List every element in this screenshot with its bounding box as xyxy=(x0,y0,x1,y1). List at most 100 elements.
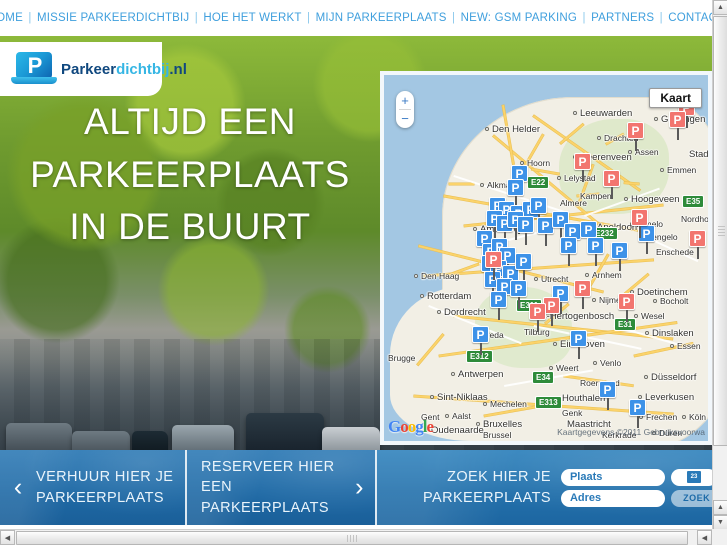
parking-marker-blue[interactable]: P xyxy=(515,253,532,282)
map-city-dot xyxy=(451,372,455,376)
parking-marker-blue[interactable]: P xyxy=(490,291,507,320)
parking-marker-red[interactable]: P xyxy=(618,293,635,322)
map-label-aalst: Aalst xyxy=(452,411,471,421)
scroll-left-button[interactable]: ◀ xyxy=(0,530,15,545)
parking-p-icon: P xyxy=(574,153,591,170)
horizontal-scroll-thumb[interactable] xyxy=(16,530,688,545)
map-city-dot xyxy=(592,298,596,302)
vertical-scrollbar[interactable]: ▲ ▲ ▼ xyxy=(712,0,727,530)
parking-marker-red[interactable]: P xyxy=(627,122,644,151)
map-attribution: Kaartgegevens ©2011 Gebruiksvoorwa xyxy=(557,427,705,437)
google-logo-letter: e xyxy=(426,417,434,436)
vertical-scroll-thumb[interactable] xyxy=(713,16,727,446)
parking-p-icon: P xyxy=(629,399,646,416)
marker-pole xyxy=(567,254,570,266)
map-type-kaart-button[interactable]: Kaart xyxy=(649,88,702,108)
carousel-next-button[interactable]: › xyxy=(344,473,375,502)
google-map[interactable]: Den HelderLeeuwardenGroningenDrachtenAss… xyxy=(380,71,712,445)
scroll-left-button-secondary[interactable]: ◀ xyxy=(697,530,712,545)
highway-shield-e34: E34 xyxy=(532,371,555,384)
map-label-utrecht: Utrecht xyxy=(541,274,569,284)
map-label-essen: Essen xyxy=(677,341,701,351)
marker-pole xyxy=(536,320,539,332)
nav-link-home[interactable]: HOME xyxy=(0,12,23,24)
carousel-prev-button[interactable]: ‹ xyxy=(0,473,36,502)
calendar-button[interactable] xyxy=(670,468,712,486)
hero-line-1: ALTIJD EEN xyxy=(84,101,296,142)
map-zoom-control[interactable]: + − xyxy=(396,91,414,128)
marker-pole xyxy=(618,259,621,271)
map-label-den-helder: Den Helder xyxy=(492,124,541,135)
promo-panel-verhuur[interactable]: ‹ VERHUUR HIER JE PARKEERPLAATS xyxy=(0,450,185,525)
zoom-in-button[interactable]: + xyxy=(396,92,414,109)
horizontal-scrollbar[interactable]: ◀ ◀ ▶ xyxy=(0,529,727,545)
map-label-wesel: Wesel xyxy=(641,311,665,321)
scroll-down-button[interactable]: ▼ xyxy=(713,515,727,530)
nav-link-hoe-het-werkt[interactable]: HOE HET WERKT xyxy=(203,12,301,24)
top-navigation: HOME | MISSIE PARKEERDICHTBIJ | HOE HET … xyxy=(0,0,724,36)
map-label-emmen: Emmen xyxy=(667,165,697,175)
promo-panel-reserveer[interactable]: RESERVEER HIER EEN PARKEERPLAATS › xyxy=(185,450,375,525)
highway-shield-e35: E35 xyxy=(682,195,705,208)
parking-marker-blue[interactable]: P xyxy=(510,280,527,309)
map-city-dot xyxy=(660,168,664,172)
map-label-dordrecht: Dordrecht xyxy=(444,307,486,318)
parking-p-icon: P xyxy=(603,170,620,187)
map-label-stadskanaal: Stadskanaal xyxy=(689,149,712,160)
marker-pole xyxy=(524,233,527,245)
adres-input[interactable] xyxy=(560,489,665,507)
plaats-input[interactable] xyxy=(560,468,665,486)
parking-marker-red[interactable]: P xyxy=(631,209,648,238)
map-label-den-haag: Den Haag xyxy=(421,271,460,281)
parking-marker-red[interactable]: P xyxy=(669,111,686,140)
parking-marker-blue[interactable]: P xyxy=(587,237,604,266)
map-city-dot xyxy=(414,274,418,278)
map-label-k-ln: Köln xyxy=(689,412,707,422)
marker-pole xyxy=(479,343,482,355)
nav-separator: | xyxy=(656,12,667,24)
map-label-leeuwarden: Leeuwarden xyxy=(580,108,633,119)
parking-marker-red[interactable]: P xyxy=(574,280,591,309)
site-logo[interactable]: P Parkeerdichtbij.nl xyxy=(0,42,187,96)
map-city-dot xyxy=(485,127,489,131)
parking-marker-blue[interactable]: P xyxy=(599,381,616,410)
parking-p-icon: P xyxy=(510,280,527,297)
nav-link-missie-parkeerdichtbij[interactable]: MISSIE PARKEERDICHTBIJ xyxy=(37,12,189,24)
parking-p-icon: P xyxy=(669,111,686,128)
map-canvas[interactable]: Den HelderLeeuwardenGroningenDrachtenAss… xyxy=(384,75,708,441)
parking-marker-blue[interactable]: P xyxy=(570,330,587,359)
parking-marker-blue[interactable]: P xyxy=(517,216,534,245)
map-label-mechelen: Mechelen xyxy=(490,399,527,409)
parking-marker-red[interactable]: P xyxy=(485,251,502,280)
parking-marker-red[interactable]: P xyxy=(574,153,591,182)
parking-marker-red[interactable]: P xyxy=(603,170,620,199)
parking-marker-blue[interactable]: P xyxy=(530,197,547,226)
search-panel: ZOEK HIER JE PARKEERPLAATS Plaats 23 Adr… xyxy=(375,450,712,525)
marker-pole xyxy=(610,187,613,199)
zoom-out-button[interactable]: − xyxy=(396,110,414,127)
nav-link-mijn-parkeerplaats[interactable]: MIJN PARKEERPLAATS xyxy=(316,12,447,24)
map-city-dot xyxy=(654,117,658,121)
parking-marker-blue[interactable]: P xyxy=(629,399,646,428)
map-city-dot xyxy=(624,197,628,201)
parking-marker-blue[interactable]: P xyxy=(638,225,655,254)
marker-pole xyxy=(492,268,495,280)
map-label-brugge: Brugge xyxy=(388,353,416,363)
parking-marker-blue[interactable]: P xyxy=(507,179,524,208)
parking-marker-blue[interactable]: P xyxy=(560,237,577,266)
zoek-button[interactable]: ZOEK > xyxy=(670,489,712,507)
marker-pole xyxy=(497,308,500,320)
nav-separator: | xyxy=(303,12,314,24)
marker-pole xyxy=(550,314,553,326)
nav-link-partners[interactable]: PARTNERS xyxy=(591,12,654,24)
parking-marker-red[interactable]: P xyxy=(529,303,546,332)
nav-link-new-gsm-parking[interactable]: NEW: GSM PARKING xyxy=(461,12,578,24)
scroll-up-button-secondary[interactable]: ▲ xyxy=(713,500,727,515)
hero-headline: ALTIJD EEN PARKEERPLAATS IN DE BUURT xyxy=(0,96,380,254)
parking-marker-red[interactable]: P xyxy=(689,230,706,259)
marker-pole xyxy=(581,170,584,182)
parking-marker-blue[interactable]: P xyxy=(580,221,597,250)
scroll-up-button[interactable]: ▲ xyxy=(713,0,727,15)
parking-marker-blue[interactable]: P xyxy=(472,326,489,355)
parking-marker-blue[interactable]: P xyxy=(611,242,628,271)
